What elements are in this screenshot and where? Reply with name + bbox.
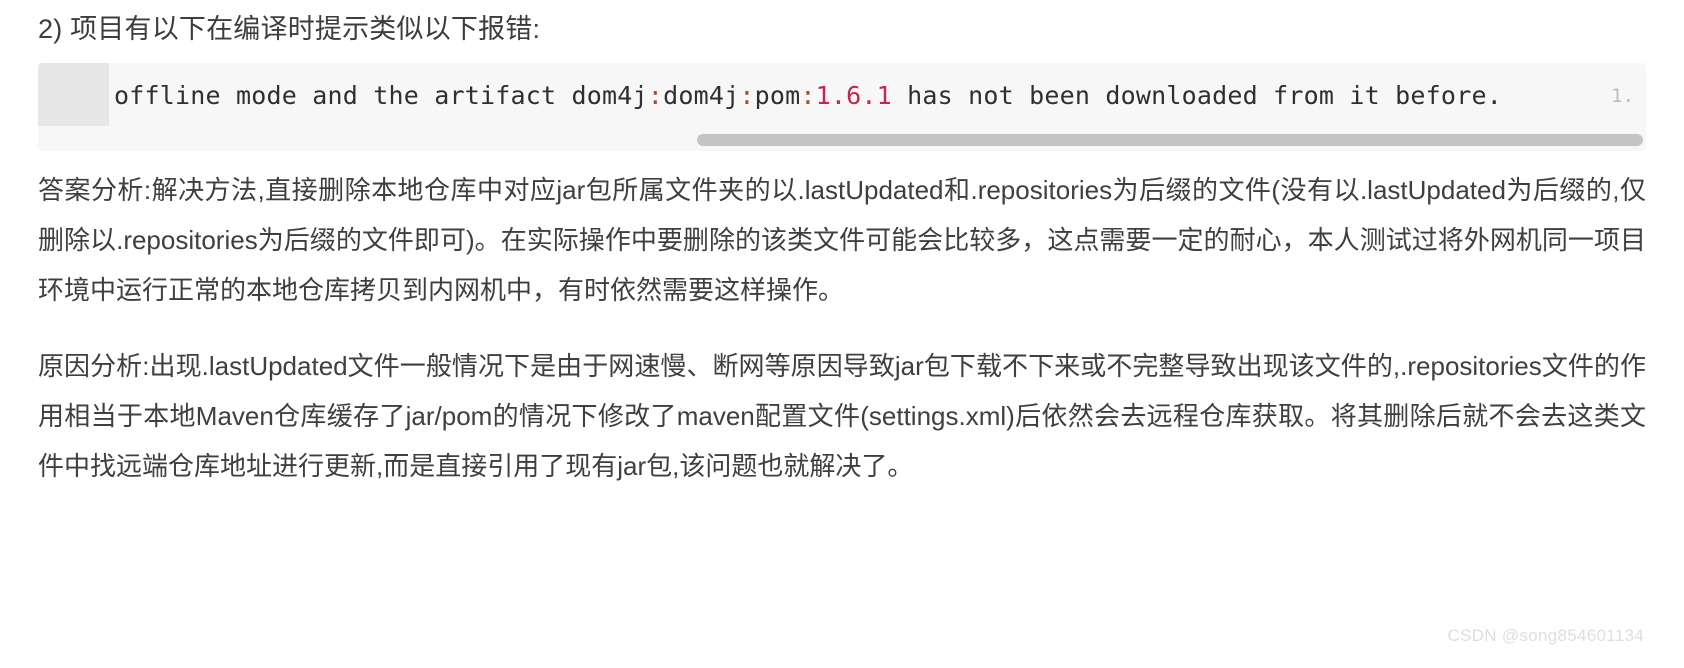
code-text-version: 1.6.1	[815, 81, 892, 110]
csdn-watermark: CSDN @song854601134	[1447, 626, 1644, 645]
code-block: 1. offline mode and the artifact dom4j:d…	[38, 63, 1646, 151]
code-text-artifact-id: dom4j	[663, 81, 740, 110]
section-heading: 2) 项目有以下在编译时提示类似以下报错:	[38, 14, 541, 44]
paragraph-cause-analysis: 原因分析:出现.lastUpdated文件一般情况下是由于网速慢、断网等原因导致…	[38, 351, 1646, 481]
code-colon-separator-1: :	[647, 81, 664, 110]
paragraph-answer-analysis: 答案分析:解决方法,直接删除本地仓库中对应jar包所属文件夹的以.lastUpd…	[38, 175, 1646, 305]
code-line-number: 1.	[1611, 85, 1634, 107]
code-text-packaging: pom	[754, 81, 801, 110]
code-text-artifact-prefix: offline mode and the artifact dom4j	[114, 81, 648, 110]
code-colon-separator-3: :	[800, 81, 816, 110]
code-gutter	[38, 63, 109, 126]
code-horizontal-scrollbar[interactable]	[38, 134, 1646, 146]
code-scrollbar-thumb[interactable]	[697, 134, 1643, 146]
code-text-tail: has not been downloaded from it before.	[891, 81, 1502, 110]
code-line-content: offline mode and the artifact dom4j:dom4…	[114, 81, 1502, 111]
code-colon-separator-2: :	[739, 81, 755, 110]
article-page: 2) 项目有以下在编译时提示类似以下报错: 1. offline mode an…	[0, 0, 1684, 668]
